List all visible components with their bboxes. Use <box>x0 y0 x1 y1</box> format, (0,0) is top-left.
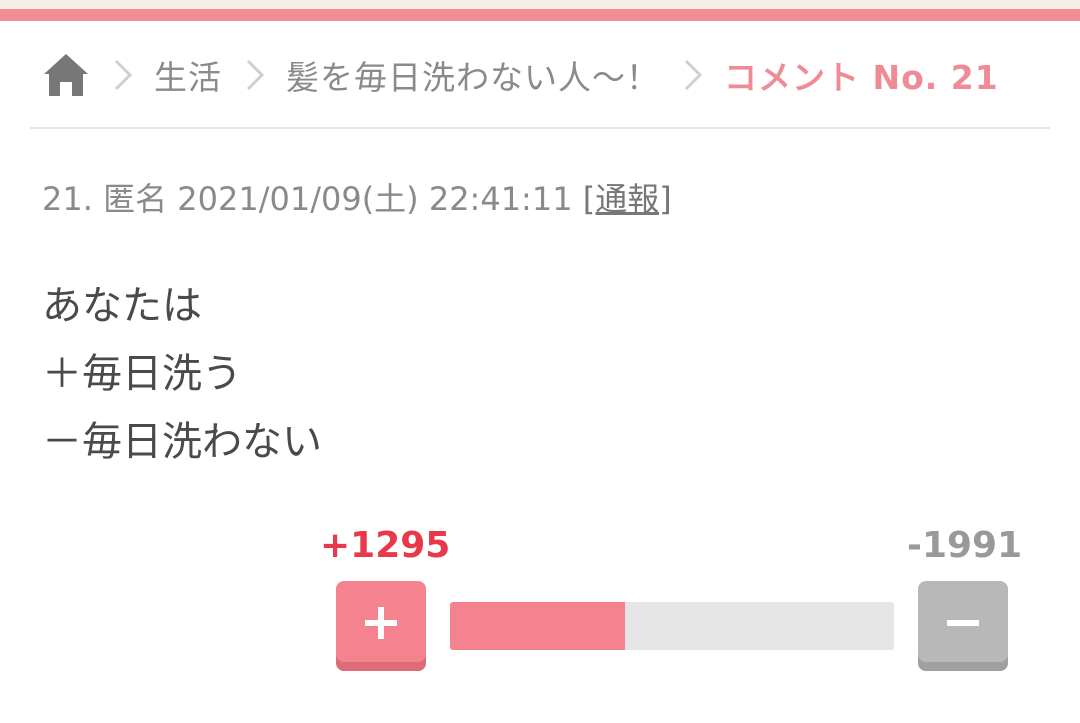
breadcrumb-link-category[interactable]: 生活 <box>154 51 222 99</box>
home-icon[interactable] <box>42 52 90 98</box>
plus-icon <box>365 607 397 639</box>
comment-line: あなたは <box>42 283 202 329</box>
vote-ratio-fill <box>450 602 625 650</box>
chevron-right-icon <box>244 57 266 93</box>
breadcrumb-divider <box>30 127 1050 129</box>
plus-vote-count: +1295 <box>320 525 451 566</box>
top-accent-bar <box>0 9 1080 21</box>
comment-author: 匿名 <box>103 180 168 218</box>
chevron-right-icon <box>112 57 134 93</box>
comment-line: ＋毎日洗う <box>42 351 242 397</box>
minus-vote-count: -1991 <box>907 525 1023 566</box>
chevron-right-icon <box>682 57 704 93</box>
vote-ratio-bar <box>450 602 894 650</box>
plus-vote-button[interactable] <box>336 581 426 671</box>
report-link[interactable]: [通報] <box>583 180 672 218</box>
comment-body: あなたは ＋毎日洗う －毎日洗わない <box>42 272 322 476</box>
breadcrumb-current: コメント No. 21 <box>724 58 999 97</box>
minus-vote-button[interactable] <box>918 581 1008 671</box>
comment-datetime: 2021/01/09(土) 22:41:11 <box>177 180 573 218</box>
comment-meta: 21. 匿名 2021/01/09(土) 22:41:11 [通報] <box>42 174 672 220</box>
minus-icon <box>947 620 979 626</box>
top-cream-band <box>0 0 1080 9</box>
comment-number: 21. <box>42 180 93 218</box>
breadcrumb: 生活 髪を毎日洗わない人〜！ コメント No. 21 <box>42 48 1052 102</box>
comment-line: －毎日洗わない <box>42 419 322 465</box>
breadcrumb-link-topic[interactable]: 髪を毎日洗わない人〜！ <box>286 51 660 99</box>
